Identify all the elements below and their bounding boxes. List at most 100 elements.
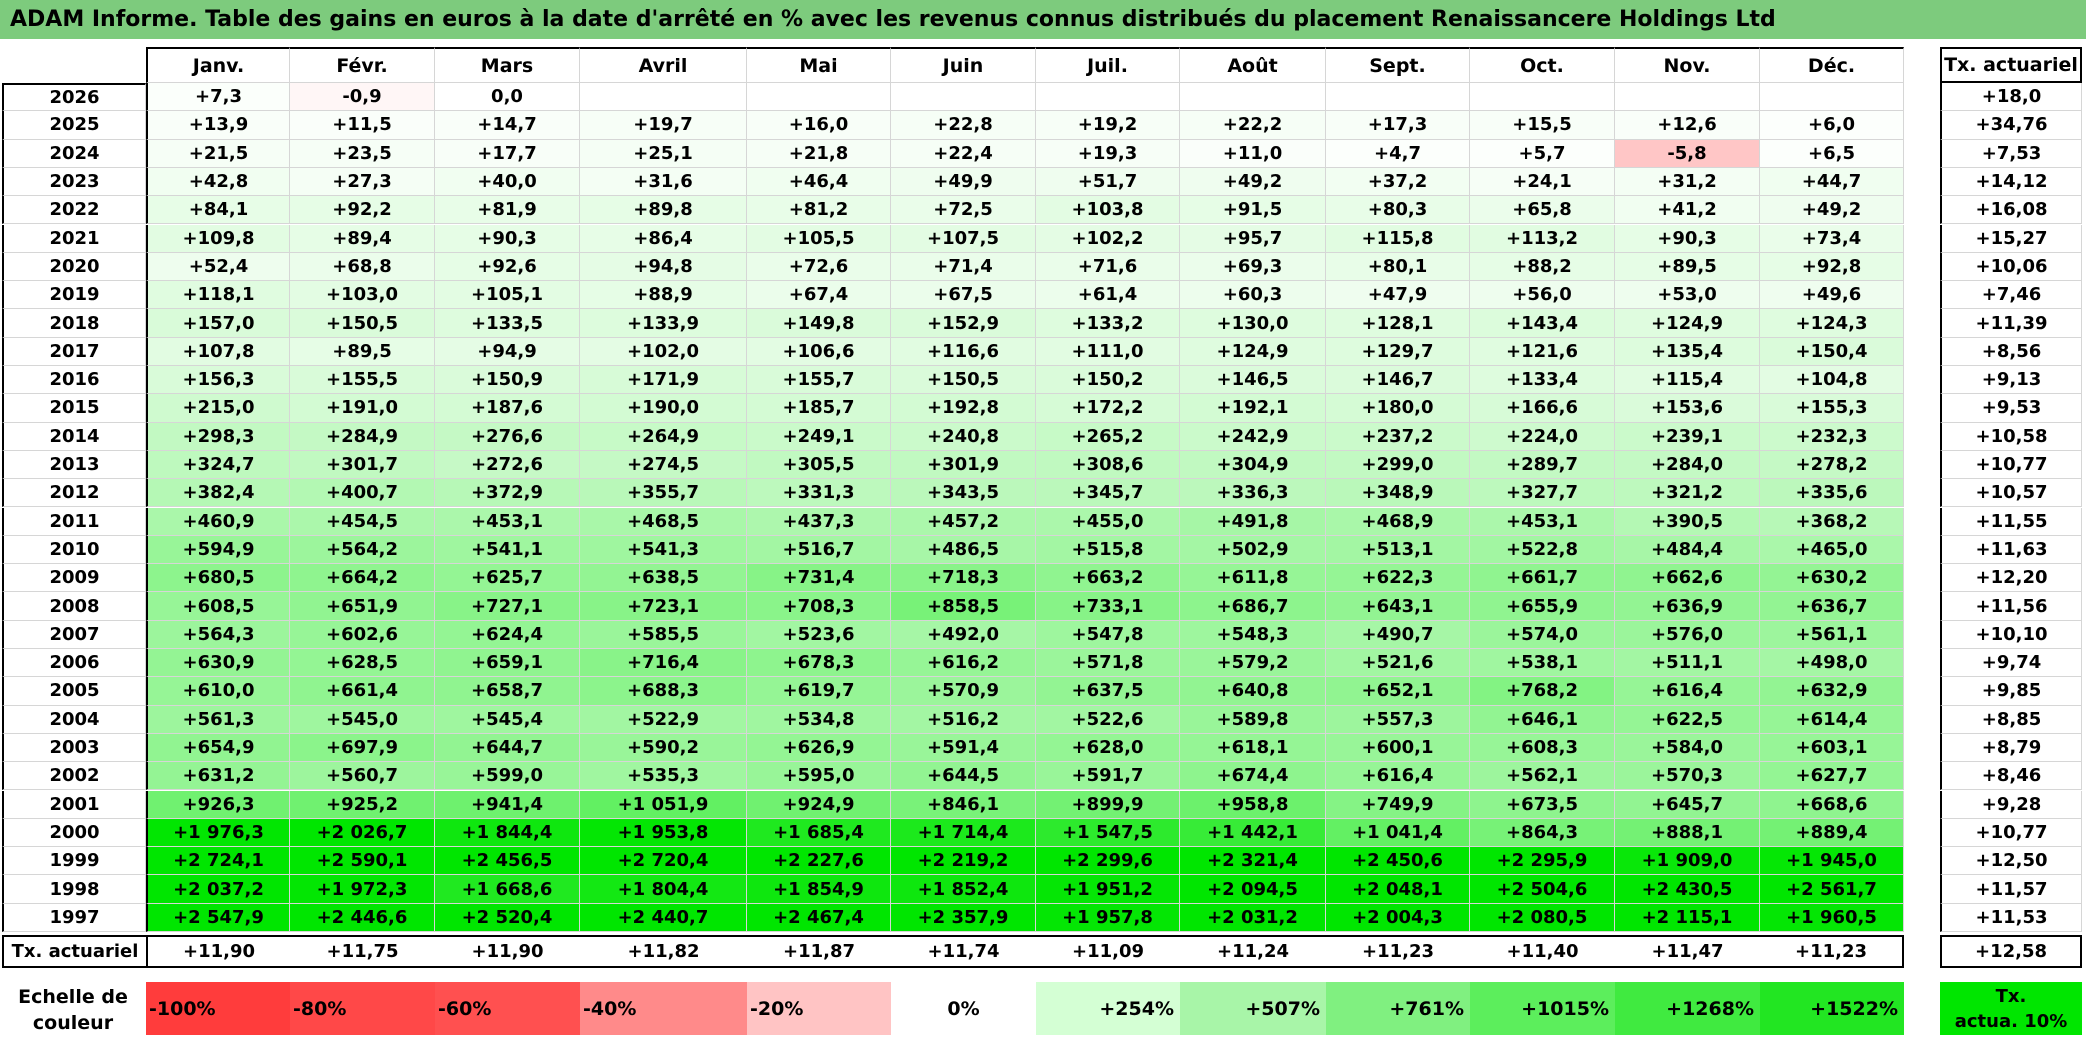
gain-cell: +14,7 (435, 111, 580, 140)
annual-rate-cell: +10,06 (1940, 252, 2082, 282)
gain-cell (891, 83, 1036, 112)
annual-rate-cell: +10,77 (1940, 818, 2082, 848)
gain-cell: +548,3 (1180, 620, 1326, 649)
gain-cell: +40,0 (435, 167, 580, 197)
gain-cell: +304,9 (1180, 450, 1326, 480)
gain-cell (1615, 83, 1760, 112)
gain-cell: +73,4 (1760, 224, 1904, 253)
annual-rate-legend-line1: Tx. (1995, 986, 2027, 1007)
gain-cell: +185,7 (747, 394, 891, 423)
footer-rate-cell: +11,87 (747, 935, 891, 968)
year-label: 2001 (2, 790, 146, 819)
gain-cell: +626,9 (747, 733, 891, 763)
gain-cell: +630,9 (146, 649, 290, 678)
annual-rate-cell: +11,56 (1940, 592, 2082, 621)
gain-cell (1470, 83, 1615, 112)
gain-cell: +115,8 (1326, 224, 1470, 253)
gain-cell: +400,7 (290, 479, 435, 508)
gain-cell: +44,7 (1760, 167, 1904, 197)
gain-cell: +664,2 (290, 564, 435, 593)
year-label: 2026 (2, 83, 146, 112)
gain-cell: +327,7 (1470, 479, 1615, 508)
year-label: 2021 (2, 224, 146, 253)
gain-cell: +1 953,8 (580, 818, 747, 848)
gain-cell: +624,4 (435, 620, 580, 649)
gain-cell: +12,6 (1615, 111, 1760, 140)
gain-cell: +2 724,1 (146, 847, 290, 876)
annual-rate-cell: +8,79 (1940, 733, 2082, 763)
month-header: Juin (891, 47, 1036, 83)
gain-cell: +135,4 (1615, 337, 1760, 366)
gain-cell: +71,6 (1036, 252, 1180, 282)
year-label: 2013 (2, 450, 146, 480)
gain-cell: +864,3 (1470, 818, 1615, 848)
color-scale-swatch: -60% (435, 982, 580, 1035)
gain-cell: +21,5 (146, 139, 290, 168)
gain-cell (1760, 83, 1904, 112)
color-scale-title-line1: Echelle de (18, 986, 128, 1008)
footer-rate-cell: +11,40 (1470, 935, 1615, 968)
gain-cell: +484,4 (1615, 535, 1760, 565)
gain-cell: +631,2 (146, 762, 290, 791)
gain-cell: +652,1 (1326, 677, 1470, 706)
gain-cell: +308,6 (1036, 450, 1180, 480)
annual-rate-cell: +11,55 (1940, 507, 2082, 536)
gain-cell: +6,0 (1760, 111, 1904, 140)
color-scale-swatch: +507% (1180, 982, 1326, 1035)
gain-cell: +608,3 (1470, 733, 1615, 763)
footer-rate-cell: +11,09 (1036, 935, 1180, 968)
year-label: 2007 (2, 620, 146, 649)
gain-cell: +390,5 (1615, 507, 1760, 536)
gain-cell: +284,0 (1615, 450, 1760, 480)
gain-cell: +2 357,9 (891, 903, 1036, 932)
annual-rate-cell: +7,53 (1940, 139, 2082, 168)
gain-cell: +89,4 (290, 224, 435, 253)
gain-cell: +130,0 (1180, 309, 1326, 338)
gain-cell: +143,4 (1470, 309, 1615, 338)
gain-cell (1036, 83, 1180, 112)
gain-cell: +2 004,3 (1326, 903, 1470, 932)
gain-cell: +49,2 (1180, 167, 1326, 197)
gain-cell: +1 909,0 (1615, 847, 1760, 876)
gain-cell: +149,8 (747, 309, 891, 338)
annual-rate-cell: +11,39 (1940, 309, 2082, 338)
color-scale-swatch: -40% (580, 982, 747, 1035)
gain-cell: +628,5 (290, 649, 435, 678)
gain-cell: +584,0 (1615, 733, 1760, 763)
gain-cell: +655,9 (1470, 592, 1615, 621)
annual-rate-cell: +7,46 (1940, 281, 2082, 310)
gain-cell: +107,5 (891, 224, 1036, 253)
gain-cell: +627,7 (1760, 762, 1904, 791)
footer-rate-cell: +11,90 (435, 935, 580, 968)
gain-cell: +22,2 (1180, 111, 1326, 140)
gain-cell: +658,7 (435, 677, 580, 706)
gain-cell: +590,2 (580, 733, 747, 763)
gain-cell: +299,0 (1326, 450, 1470, 480)
gain-cell: +661,4 (290, 677, 435, 706)
year-label: 2017 (2, 337, 146, 366)
gain-cell: +86,4 (580, 224, 747, 253)
gain-cell: +298,3 (146, 422, 290, 451)
gain-cell: +190,0 (580, 394, 747, 423)
gain-cell: +15,5 (1470, 111, 1615, 140)
gain-cell: +723,1 (580, 592, 747, 621)
gain-cell: +2 590,1 (290, 847, 435, 876)
gain-cell: +1 951,2 (1036, 875, 1180, 904)
month-header: Mai (747, 47, 891, 83)
gain-cell: +941,4 (435, 790, 580, 819)
year-label: 2025 (2, 111, 146, 140)
gain-cell: +858,5 (891, 592, 1036, 621)
gain-cell: +899,9 (1036, 790, 1180, 819)
year-label: 1997 (2, 903, 146, 932)
annual-rate-cell: +12,20 (1940, 564, 2082, 593)
gain-cell: +1 442,1 (1180, 818, 1326, 848)
gain-cell: +106,6 (747, 337, 891, 366)
gain-cell: +516,7 (747, 535, 891, 565)
gain-cell: +516,2 (891, 705, 1036, 734)
gain-cell: +511,1 (1615, 649, 1760, 678)
gain-cell: +80,3 (1326, 196, 1470, 225)
color-scale-swatch: -100% (146, 982, 290, 1035)
gain-cell: +237,2 (1326, 422, 1470, 451)
annual-rate-cell: +10,58 (1940, 422, 2082, 451)
gain-cell: +547,8 (1036, 620, 1180, 649)
